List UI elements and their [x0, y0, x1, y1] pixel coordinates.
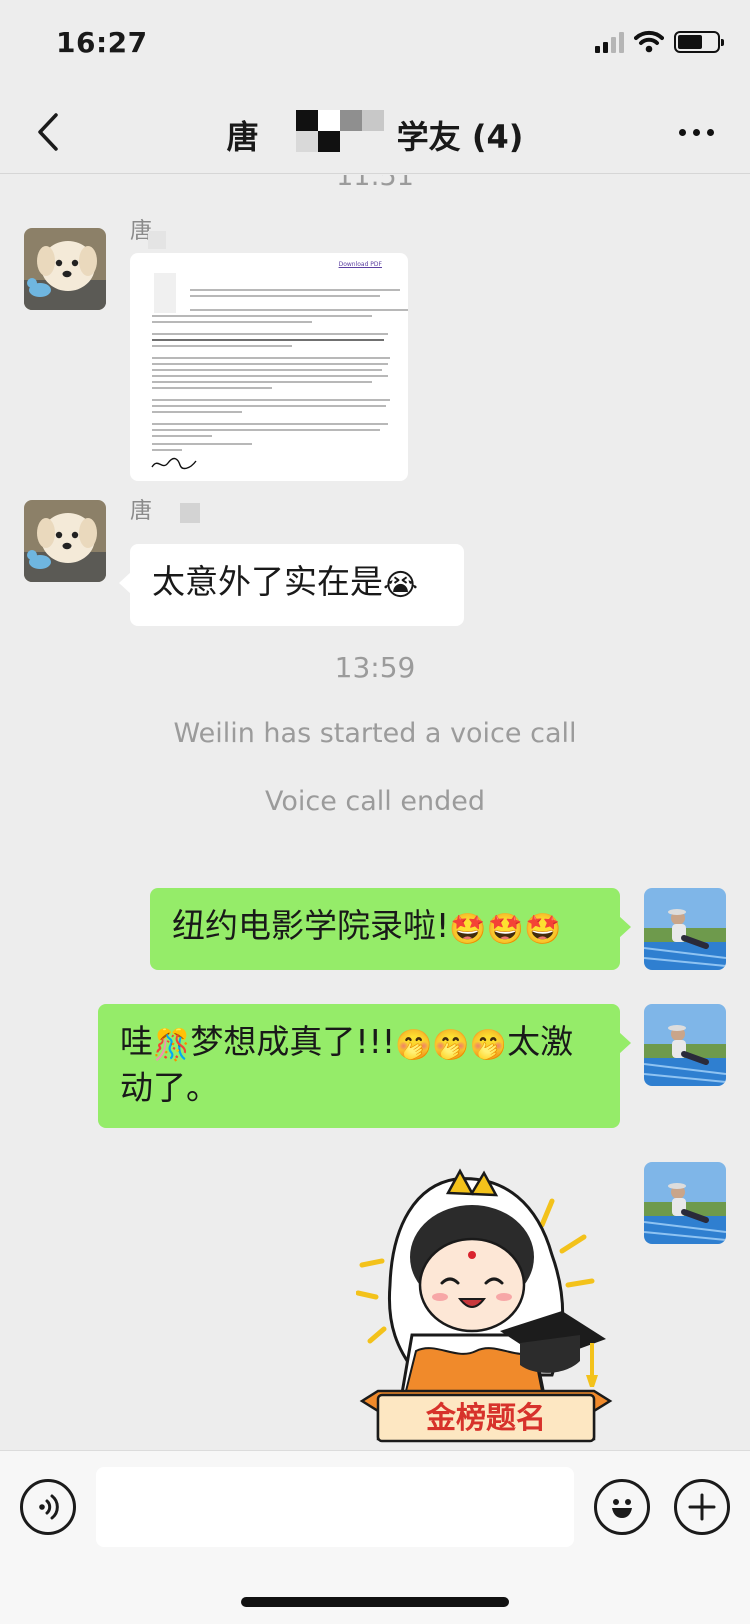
system-message-call-started: Weilin has started a voice call [173, 718, 577, 749]
name-censor [180, 503, 200, 523]
system-message-call-ended: Voice call ended [264, 786, 486, 817]
message-text-a: 哇 [120, 1022, 153, 1061]
hand-over-mouth-emoji: 🤭🤭🤭 [395, 1028, 508, 1063]
message-bubble-outgoing[interactable]: 纽约电影学院录啦!🤩🤩🤩 [150, 888, 631, 970]
timestamp: 13:59 [334, 651, 416, 684]
message-text-b: 梦想成真了!!! [190, 1022, 396, 1061]
message-bubble-incoming[interactable]: 太意外了实在是😭 [119, 544, 464, 626]
chat-message-list[interactable]: 11:51 唐 Download PDF 唐 太意外了实在是😭 13:59 We… [0, 175, 750, 1450]
sticker-caption: 金榜题名 [426, 1401, 546, 1436]
voice-input-icon [39, 1494, 59, 1520]
message-text: 太意外了实在是 [152, 562, 383, 601]
emoji-button[interactable] [594, 1479, 650, 1535]
timestamp: 11:51 [336, 175, 414, 192]
admission-letter-image[interactable]: Download PDF [130, 253, 408, 481]
status-time: 16:27 [56, 26, 148, 59]
chat-header: 唐 学友 (4) [0, 90, 750, 174]
more-options-button[interactable] [668, 112, 724, 152]
chat-title-suffix: 学友 (4) [396, 118, 524, 156]
voice-input-button[interactable] [20, 1479, 76, 1535]
wifi-icon [634, 30, 664, 53]
chat-title-prefix: 唐 [226, 118, 259, 156]
avatar-self[interactable] [644, 1004, 726, 1086]
message-text: 纽约电影学院录啦! [172, 906, 450, 945]
avatar-self[interactable] [644, 1162, 726, 1244]
title-censor-mosaic [296, 110, 386, 152]
graduation-sticker[interactable]: 金榜题名 [355, 1165, 616, 1450]
status-bar: 16:27 [0, 0, 750, 88]
emoji-icon [612, 1499, 632, 1518]
confetti-emoji: 🎊 [153, 1028, 191, 1063]
chat-input-bar [0, 1450, 750, 1624]
status-icons [595, 30, 724, 54]
message-input[interactable] [96, 1467, 574, 1547]
crying-face-emoji: 😭 [383, 568, 419, 603]
name-censor [148, 231, 166, 249]
signature-graphic [151, 457, 197, 470]
avatar-self[interactable] [644, 888, 726, 970]
avatar-dog[interactable] [24, 500, 106, 582]
home-indicator[interactable] [241, 1597, 509, 1607]
star-struck-emoji: 🤩🤩🤩 [449, 912, 562, 947]
sender-name: 唐 [130, 499, 153, 524]
battery-icon [674, 31, 724, 53]
message-bubble-outgoing[interactable]: 哇🎊梦想成真了!!!🤭🤭🤭太激动了。 [98, 1004, 631, 1128]
download-pdf-link[interactable]: Download PDF [339, 261, 382, 268]
more-dots-icon [678, 128, 686, 136]
avatar-dog[interactable] [24, 228, 106, 310]
plus-icon [688, 1493, 716, 1521]
more-actions-button[interactable] [674, 1479, 730, 1535]
cellular-signal-icon [595, 31, 624, 53]
